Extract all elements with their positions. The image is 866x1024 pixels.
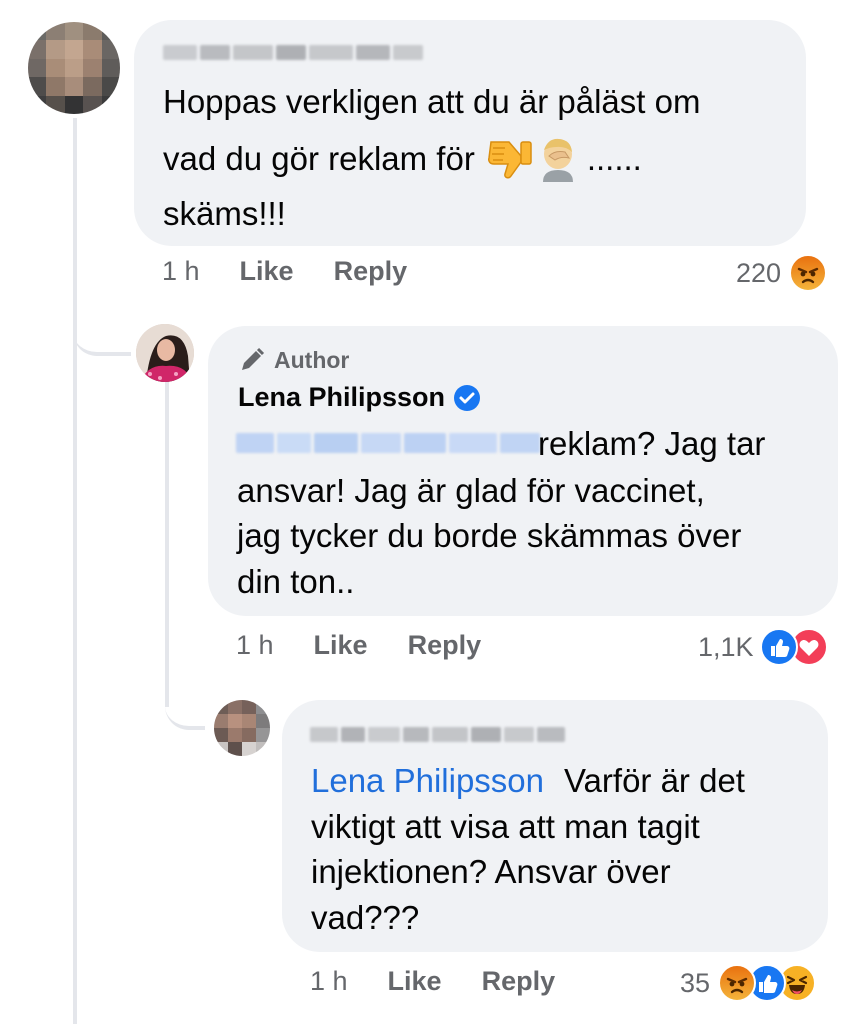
comment-time-1[interactable]: 1 h: [162, 256, 200, 287]
redacted-mention-1: [236, 433, 540, 453]
redacted-author-name-1: [163, 45, 423, 60]
comment-text-1-line-1: Hoppas verkligen att du är påläst om: [163, 83, 701, 120]
angry-reaction-icon: [718, 964, 757, 1002]
comment-text-1-line-2-tail: ......: [586, 140, 642, 177]
comment-text-2-line-1: reklam? Jag tar: [538, 425, 766, 462]
like-button-2[interactable]: Like: [314, 630, 368, 661]
comment-text-2-line-4: din ton..: [237, 563, 355, 600]
face-palm-emoji: [535, 136, 581, 182]
comment-text-3-line-3: injektionen? Ansvar över: [311, 853, 671, 890]
thumbs-down-emoji: [487, 136, 533, 182]
author-name-row: Lena Philipsson: [238, 382, 481, 413]
comment-meta-2: 1 h Like Reply: [236, 630, 481, 661]
avatar-commenter-1[interactable]: [28, 22, 120, 114]
comment-text-3-line-4: vad???: [311, 899, 420, 936]
reaction-count-2: 1,1K: [698, 631, 754, 662]
like-reaction-icon: [759, 628, 798, 666]
reaction-count-1: 220: [736, 257, 782, 288]
pen-icon: [238, 346, 266, 374]
verified-badge-icon: [453, 384, 481, 412]
reaction-summary-2[interactable]: 1,1K: [698, 628, 828, 666]
comment-text-1-line-2: vad du gör reklam för ......: [163, 135, 642, 182]
author-badge: Author: [238, 346, 349, 374]
comment-text-2-line-3: jag tycker du borde skämmas över: [237, 517, 742, 554]
like-button-1[interactable]: Like: [240, 256, 294, 287]
comment-text-2-line-2: ansvar! Jag är glad för vaccinet,: [237, 472, 705, 509]
redacted-author-name-3: [310, 727, 565, 742]
mention-lena-philipsson[interactable]: Lena Philipsson: [311, 757, 544, 804]
comment-text-3-line-1: Lena Philipsson Varför är det: [311, 757, 745, 804]
reply-button-1[interactable]: Reply: [334, 256, 408, 287]
comment-text-1-line-2-text: vad du gör reklam för: [163, 140, 475, 177]
reply-button-2[interactable]: Reply: [408, 630, 482, 661]
thread-connector-reply-2: [165, 680, 205, 730]
comment-text-3-line-1-tail: Varför är det: [564, 762, 745, 799]
comment-meta-1: 1 h Like Reply: [162, 256, 407, 287]
reaction-summary-1[interactable]: 220: [736, 254, 828, 292]
comment-time-2[interactable]: 1 h: [236, 630, 274, 661]
thread-connector-reply-1: [73, 300, 131, 356]
avatar-lena-philipsson[interactable]: [136, 324, 194, 382]
thread-line-main: [73, 118, 77, 1024]
author-name[interactable]: Lena Philipsson: [238, 382, 445, 413]
author-badge-label: Author: [274, 346, 350, 373]
comment-text-1-line-3: skäms!!!: [163, 195, 286, 232]
comment-time-3[interactable]: 1 h: [310, 966, 348, 997]
thread-line-reply: [165, 382, 169, 707]
reply-button-3[interactable]: Reply: [482, 966, 556, 997]
angry-reaction-icon: [789, 254, 828, 292]
reaction-count-3: 35: [680, 967, 711, 998]
reaction-summary-3[interactable]: 35: [680, 964, 817, 1002]
comment-meta-3: 1 h Like Reply: [310, 966, 555, 997]
like-button-3[interactable]: Like: [388, 966, 442, 997]
avatar-commenter-3[interactable]: [214, 700, 270, 756]
comment-text-3-line-2: viktigt att visa att man tagit: [311, 808, 700, 845]
